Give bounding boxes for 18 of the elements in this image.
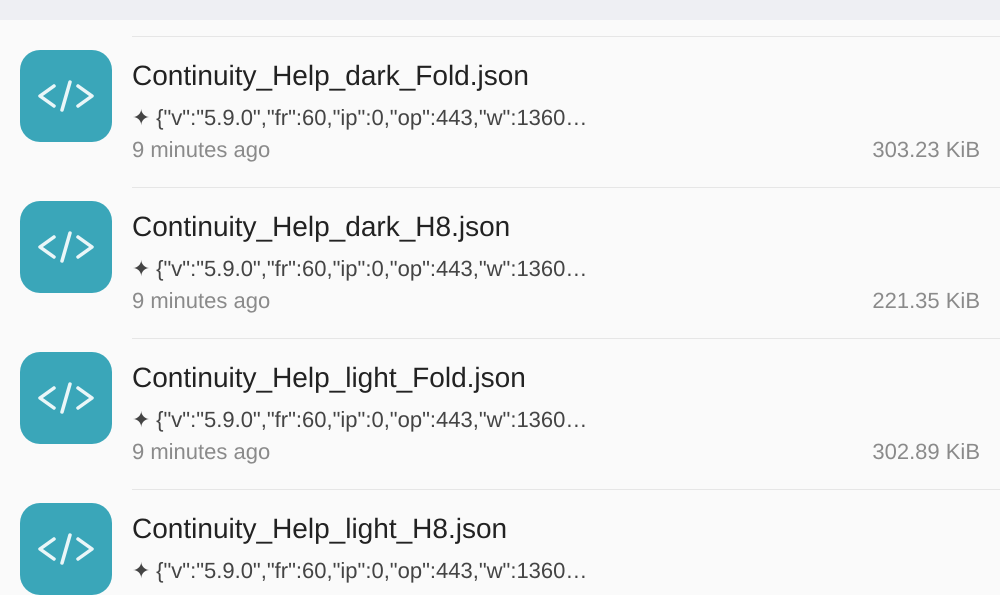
- file-name: Continuity_Help_light_H8.json: [132, 512, 508, 546]
- modified-time: 9 minutes ago: [132, 137, 270, 163]
- code-file-icon: [20, 201, 112, 293]
- file-name: Continuity_Help_dark_H8.json: [132, 210, 510, 244]
- file-preview: ✦ {"v":"5.9.0","fr":60,"ip":0,"op":443,"w":1360…: [132, 256, 588, 282]
- file-preview: ✦ {"v":"5.9.0","fr":60,"ip":0,"op":443,"w":1360…: [132, 558, 588, 584]
- file-name: Continuity_Help_light_Fold.json: [132, 361, 526, 395]
- modified-time: 9 minutes ago: [132, 439, 270, 465]
- code-file-icon: [20, 352, 112, 444]
- file-size: 221.35 KiB: [872, 288, 980, 314]
- file-preview: ✦ {"v":"5.9.0","fr":60,"ip":0,"op":443,"w":1360…: [132, 105, 588, 131]
- code-file-icon: [20, 503, 112, 595]
- file-preview: ✦ {"v":"5.9.0","fr":60,"ip":0,"op":443,"w":1360…: [132, 407, 588, 433]
- modified-time: 9 minutes ago: [132, 288, 270, 314]
- code-file-icon: [20, 50, 112, 142]
- file-name: Continuity_Help_dark_Fold.json: [132, 59, 529, 93]
- file-size: 303.23 KiB: [872, 137, 980, 163]
- file-size: 302.89 KiB: [872, 439, 980, 465]
